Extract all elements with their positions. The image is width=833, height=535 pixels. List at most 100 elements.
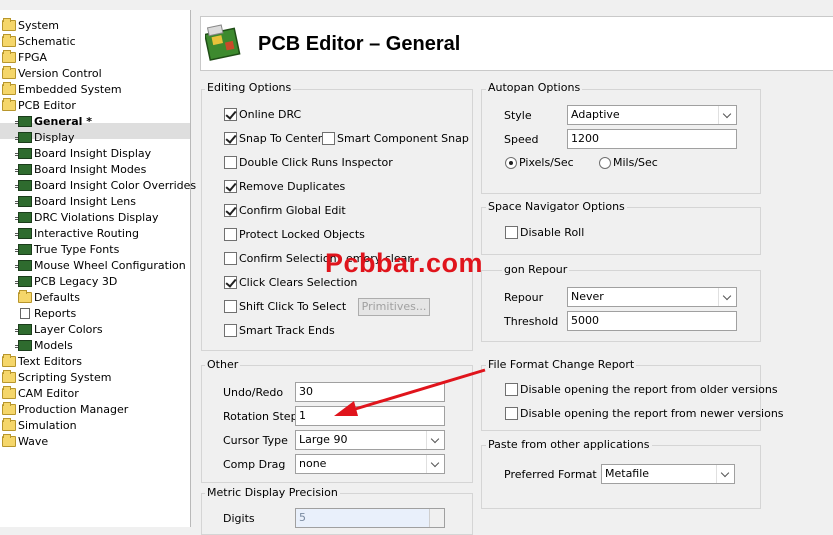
- options-tree: System Schematic FPGA Version Control Embedd…: [0, 10, 196, 527]
- cursor-type-label: Cursor Type: [223, 434, 288, 447]
- protect-locked-checkbox[interactable]: [224, 228, 237, 241]
- cursor-type-value: Large 90: [299, 433, 348, 446]
- tree-item-label: FPGA: [18, 51, 48, 64]
- folder-icon: [2, 418, 16, 431]
- watermark-text: Pcbbar.com: [325, 248, 484, 278]
- tree-item-label: Scripting System: [18, 371, 112, 384]
- folder-icon: [18, 290, 32, 303]
- chip-icon: [15, 196, 32, 207]
- tree-item-label: Layer Colors: [34, 323, 103, 336]
- chip-icon: [15, 260, 32, 271]
- file-format-report-title: File Format Change Report: [486, 358, 637, 372]
- disable-older-label: Disable opening the report from older ve…: [520, 383, 778, 396]
- folder-open-icon: [2, 98, 16, 111]
- disable-roll-checkbox[interactable]: [505, 226, 518, 239]
- other-title: Other: [205, 358, 241, 372]
- folder-icon: [2, 34, 16, 47]
- spinner-buttons[interactable]: [429, 509, 444, 527]
- pixels-per-sec-radio[interactable]: [505, 157, 517, 169]
- chip-icon: [15, 212, 32, 223]
- rotation-step-input[interactable]: 1: [295, 406, 445, 426]
- threshold-input[interactable]: 5000: [567, 311, 737, 331]
- repour-select[interactable]: Never: [567, 287, 737, 307]
- folder-icon: [2, 402, 16, 415]
- folder-icon: [2, 354, 16, 367]
- snap-to-center-label: Snap To Center: [239, 132, 323, 145]
- pcb-editor-icon: [205, 24, 241, 61]
- digits-value: 5: [299, 511, 306, 524]
- tree-item-label: System: [18, 19, 60, 32]
- mils-per-sec-radio[interactable]: [599, 157, 611, 169]
- confirm-selection-label: Confirm Selection: [239, 252, 337, 265]
- paste-options-title: Paste from other applications: [486, 438, 652, 452]
- tree-item-label: Production Manager: [18, 403, 129, 416]
- confirm-global-edit-label: Confirm Global Edit: [239, 204, 346, 217]
- undo-redo-input[interactable]: 30: [295, 382, 445, 402]
- protect-locked-label: Protect Locked Objects: [239, 228, 365, 241]
- confirm-global-edit-checkbox[interactable]: [224, 204, 237, 217]
- folder-icon: [2, 66, 16, 79]
- tree-item-label: Text Editors: [18, 355, 83, 368]
- page-header: PCB Editor – General: [200, 16, 833, 71]
- smart-component-snap-checkbox[interactable]: [322, 132, 335, 145]
- chip-icon: [15, 148, 32, 159]
- smart-track-ends-checkbox[interactable]: [224, 324, 237, 337]
- confirm-selection-checkbox[interactable]: [224, 252, 237, 265]
- speed-label: Speed: [504, 133, 539, 146]
- polygon-repour-title: gon Repour: [502, 263, 570, 277]
- double-click-inspector-checkbox[interactable]: [224, 156, 237, 169]
- chevron-down-icon: [426, 455, 444, 473]
- smart-track-ends-label: Smart Track Ends: [239, 324, 335, 337]
- tree-item-label: Board Insight Display: [34, 147, 152, 160]
- disable-newer-label: Disable opening the report from newer ve…: [520, 407, 784, 420]
- shift-click-select-checkbox[interactable]: [224, 300, 237, 313]
- digits-label: Digits: [223, 512, 255, 525]
- tree-item-label: Reports: [34, 307, 77, 320]
- primitives-button[interactable]: Primitives...: [358, 298, 430, 316]
- tree-item-label: PCB Legacy 3D: [34, 275, 118, 288]
- preferred-format-value: Metafile: [605, 467, 650, 480]
- speed-input[interactable]: 1200: [567, 129, 737, 149]
- tree-item-label: Board Insight Lens: [34, 195, 136, 208]
- click-clears-selection-checkbox[interactable]: [224, 276, 237, 289]
- chevron-down-icon: [718, 288, 736, 306]
- mils-per-sec-label: Mils/Sec: [613, 156, 658, 169]
- remove-duplicates-checkbox[interactable]: [224, 180, 237, 193]
- file-format-report-group: [481, 365, 761, 431]
- cursor-type-select[interactable]: Large 90: [295, 430, 445, 450]
- comp-drag-label: Comp Drag: [223, 458, 286, 471]
- chip-icon: [15, 244, 32, 255]
- comp-drag-value: none: [299, 457, 327, 470]
- style-select[interactable]: Adaptive: [567, 105, 737, 125]
- snap-to-center-checkbox[interactable]: [224, 132, 237, 145]
- tree-item-label: PCB Editor: [18, 99, 76, 112]
- chip-icon: [15, 340, 32, 351]
- tree-item-label: CAM Editor: [18, 387, 79, 400]
- online-drc-checkbox[interactable]: [224, 108, 237, 121]
- tree-item-label: Models: [34, 339, 73, 352]
- folder-icon: [2, 434, 16, 447]
- comp-drag-select[interactable]: none: [295, 454, 445, 474]
- smart-component-snap-label: Smart Component Snap: [337, 132, 469, 145]
- digits-spinner[interactable]: 5: [295, 508, 445, 528]
- document-icon: [20, 308, 30, 319]
- repour-value: Never: [571, 290, 604, 303]
- folder-icon: [2, 82, 16, 95]
- chip-icon: [15, 132, 32, 143]
- tree-item-label: Wave: [18, 435, 49, 448]
- preferred-format-select[interactable]: Metafile: [601, 464, 735, 484]
- autopan-options-title: Autopan Options: [486, 81, 583, 95]
- chip-icon: [15, 324, 32, 335]
- metric-precision-title: Metric Display Precision: [205, 486, 340, 500]
- tree-item-label: Display: [34, 131, 75, 144]
- tree-item-label: Defaults: [34, 291, 80, 304]
- repour-label: Repour: [504, 291, 544, 304]
- double-click-inspector-label: Double Click Runs Inspector: [239, 156, 393, 169]
- pixels-per-sec-label: Pixels/Sec: [519, 156, 574, 169]
- space-navigator-title: Space Navigator Options: [486, 200, 627, 214]
- disable-older-checkbox[interactable]: [505, 383, 518, 396]
- chip-icon: [15, 180, 32, 191]
- disable-newer-checkbox[interactable]: [505, 407, 518, 420]
- tree-item-label: Board Insight Color Overrides: [34, 179, 197, 192]
- tree-item-label: DRC Violations Display: [34, 211, 159, 224]
